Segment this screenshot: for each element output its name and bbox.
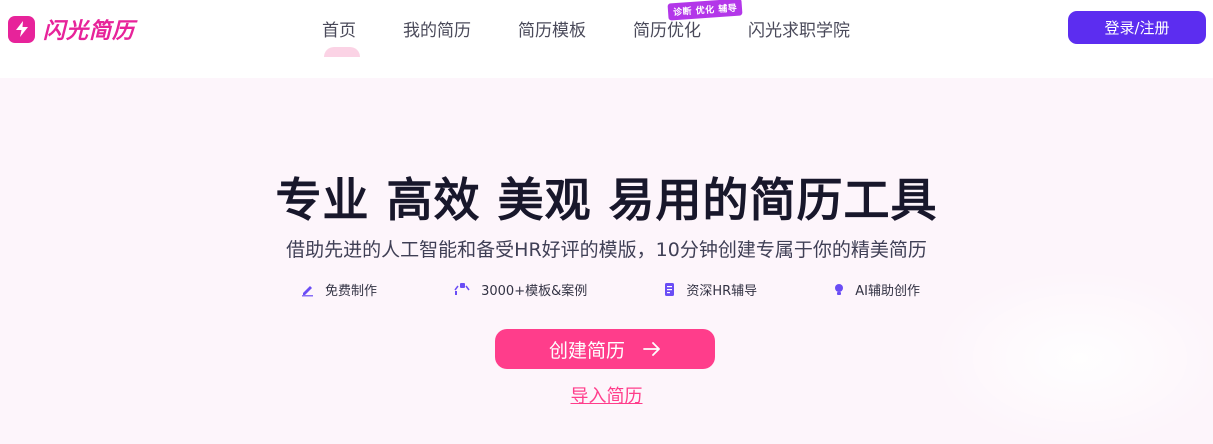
import-resume-link-row: 导入简历 (0, 382, 1213, 408)
hero-glow (930, 268, 1213, 444)
login-register-button[interactable]: 登录/注册 (1068, 11, 1206, 44)
nav-item-academy[interactable]: 闪光求职学院 (748, 16, 850, 41)
feature-label: 3000+模板&案例 (481, 283, 588, 299)
nav-item-home[interactable]: 首页 (322, 16, 360, 57)
create-resume-label: 创建简历 (548, 339, 625, 362)
import-resume-link[interactable]: 导入简历 (571, 386, 643, 407)
document-icon (665, 282, 675, 296)
feature-item: 免费制作 (300, 280, 377, 299)
feature-item: AI辅助创作 (833, 280, 920, 299)
nav-item-label: 闪光求职学院 (748, 20, 850, 41)
brand-name: 闪光简历 (43, 19, 136, 44)
lightbulb-icon (835, 283, 844, 295)
feature-label: AI辅助创作 (855, 283, 920, 299)
nav-item-label: 我的简历 (403, 20, 471, 41)
feature-item: 3000+模板&案例 (453, 280, 587, 299)
nav-badge: 诊断 优化 辅导 (667, 0, 743, 21)
lightning-bolt-icon (8, 15, 35, 43)
brand-logo[interactable]: 闪光简历 (8, 14, 135, 44)
nav-item-label: 简历模板 (518, 20, 586, 41)
top-navbar: 闪光简历 首页 我的简历 简历模板 简历优化 诊断 优化 辅导 闪光求职学院 登… (0, 0, 1213, 78)
nav-item-templates[interactable]: 简历模板 (518, 16, 586, 41)
create-resume-button[interactable]: 创建简历 (495, 329, 715, 369)
feature-item: 资深HR辅导 (663, 280, 757, 299)
hero-section: 专业 高效 美观 易用的简历工具 借助先进的人工智能和备受HR好评的模版，10分… (0, 78, 1213, 444)
hero-subtitle: 借助先进的人工智能和备受HR好评的模版，10分钟创建专属于你的精美简历 (286, 239, 927, 261)
nav-item-label: 简历优化 (633, 20, 701, 41)
feature-label: 免费制作 (325, 283, 378, 299)
pencil-icon (302, 285, 313, 296)
templates-icon (454, 282, 470, 295)
arrow-right-icon (643, 342, 660, 356)
nav-item-label: 首页 (322, 20, 356, 41)
feature-label: 资深HR辅导 (686, 283, 758, 299)
hero-title: 专业 高效 美观 易用的简历工具 (275, 173, 938, 227)
nav-item-my-resumes[interactable]: 我的简历 (403, 16, 471, 41)
nav-item-optimize[interactable]: 简历优化 诊断 优化 辅导 (633, 0, 743, 41)
feature-list: 免费制作 3000+模板&案例 资深HR辅导 AI辅助创作 (300, 279, 920, 299)
main-nav: 首页 我的简历 简历模板 简历优化 诊断 优化 辅导 闪光求职学院 (322, 0, 850, 57)
